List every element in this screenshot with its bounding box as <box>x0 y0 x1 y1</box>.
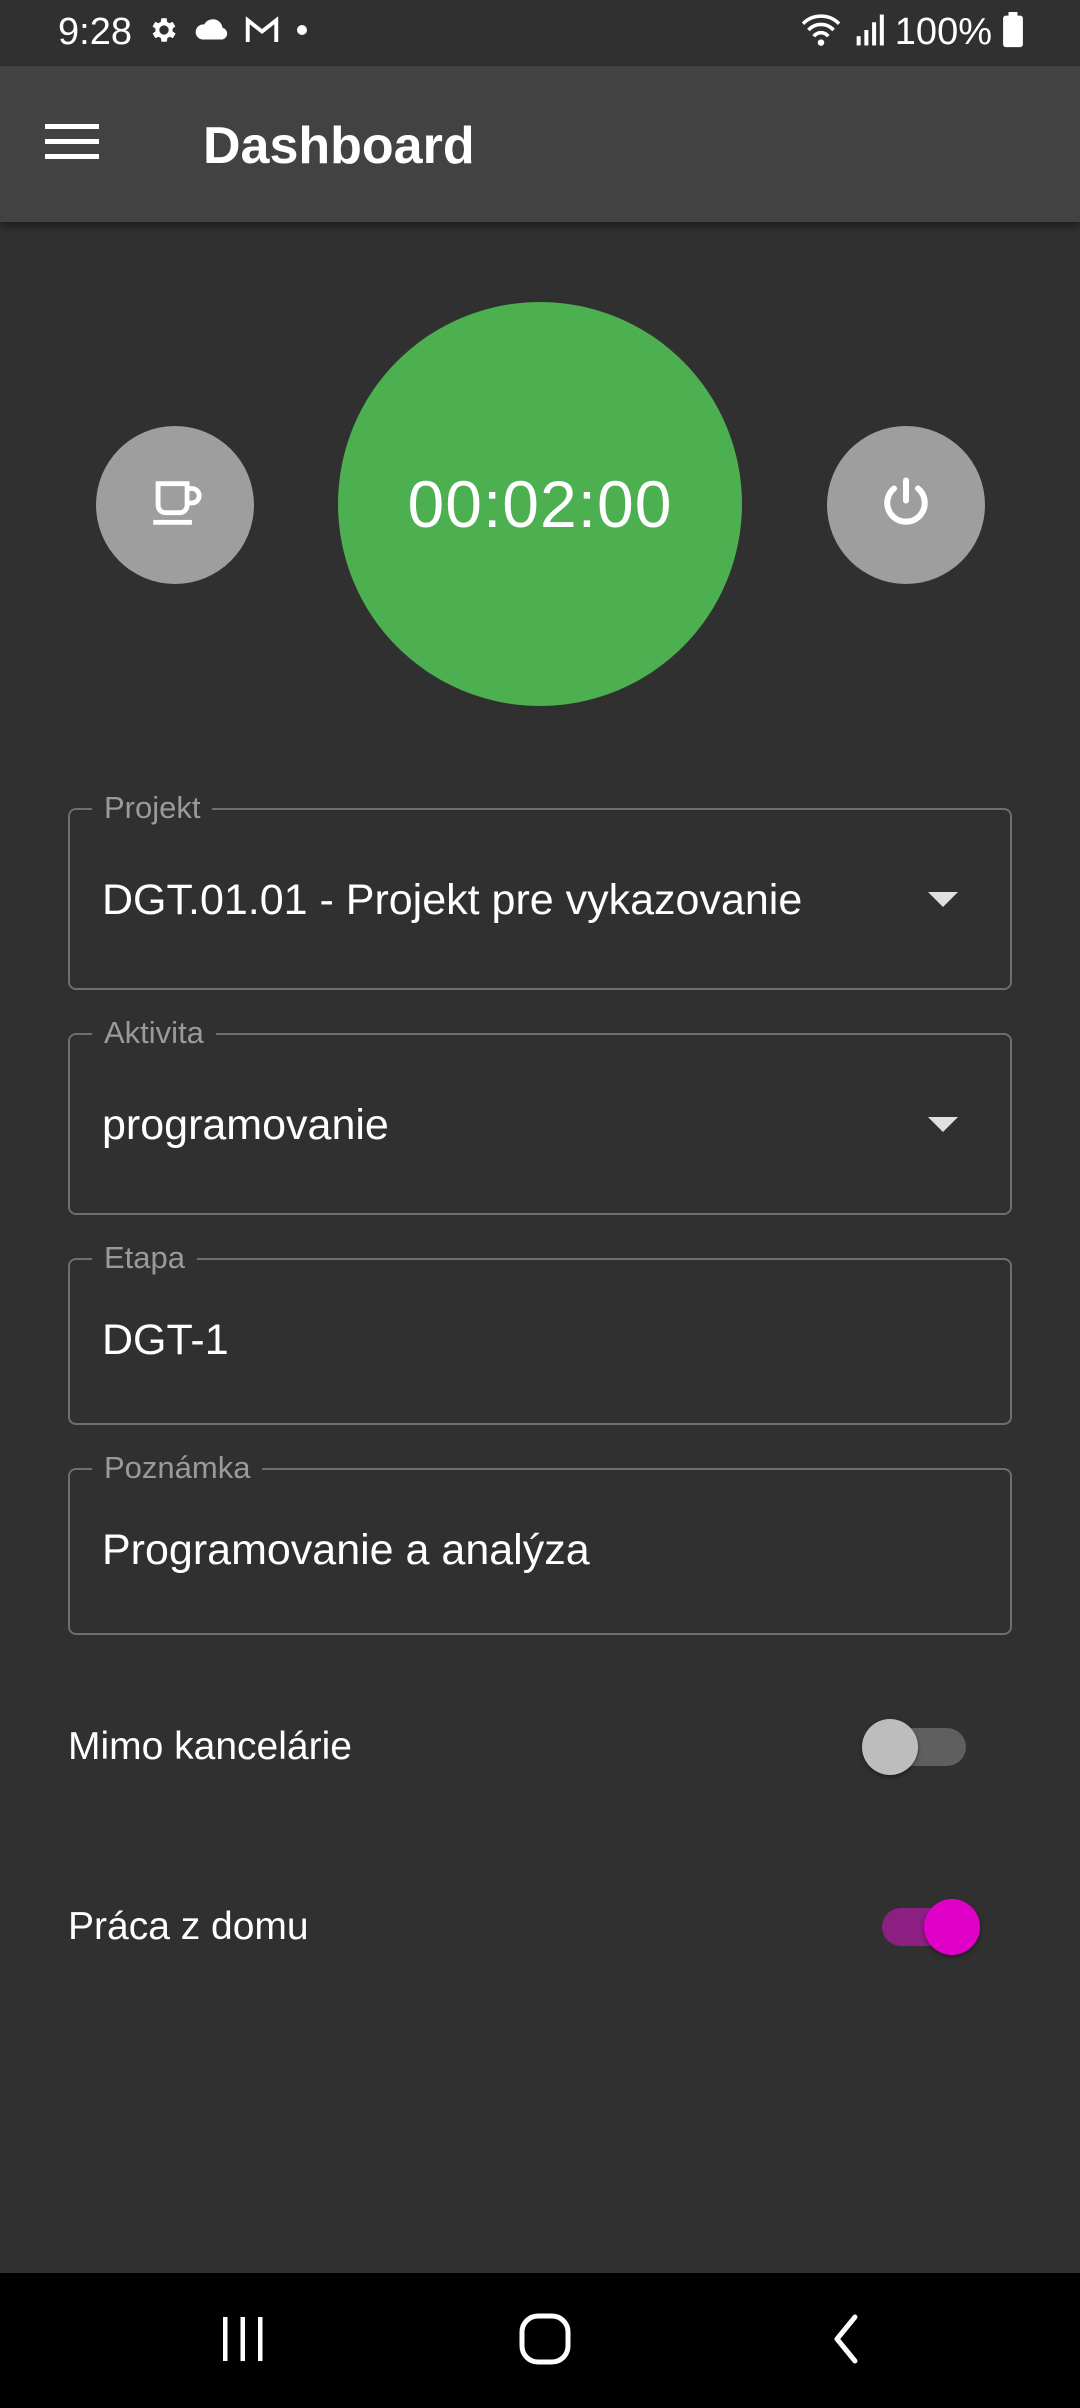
switch-thumb <box>862 1719 918 1775</box>
power-icon <box>876 473 936 538</box>
coffee-cup-icon <box>146 474 204 537</box>
praca-z-domu-switch[interactable] <box>870 1887 980 1967</box>
timer-circle[interactable]: 00:02:00 <box>338 302 742 706</box>
aktivita-label: Aktivita <box>92 1015 216 1051</box>
dropdown-arrow-icon <box>928 892 958 907</box>
etapa-field[interactable]: Etapa DGT-1 <box>68 1240 1012 1425</box>
page-title: Dashboard <box>203 117 475 175</box>
menu-button[interactable] <box>34 106 110 182</box>
signal-icon <box>853 13 885 52</box>
poznamka-field[interactable]: Poznámka Programovanie a analýza <box>68 1450 1012 1635</box>
battery-icon <box>1002 11 1024 53</box>
notification-icons <box>148 12 310 52</box>
timer-value: 00:02:00 <box>407 467 673 541</box>
wifi-icon <box>799 12 843 53</box>
navigation-bar <box>0 2273 1080 2408</box>
status-right: 100% <box>799 8 1024 56</box>
menu-icon <box>45 122 99 167</box>
recents-icon <box>217 2313 269 2370</box>
recents-button[interactable] <box>198 2301 288 2381</box>
aktivita-select[interactable]: Aktivita programovanie <box>68 1015 1012 1215</box>
gear-icon <box>148 14 180 51</box>
praca-z-domu-row: Práca z domu <box>68 1887 1012 1967</box>
etapa-label: Etapa <box>92 1240 198 1276</box>
projekt-value: DGT.01.01 - Projekt pre vykazovanie <box>102 876 803 924</box>
app-bar: Dashboard <box>0 66 1080 222</box>
mimo-kancelarie-label: Mimo kancelárie <box>68 1725 352 1768</box>
poznamka-label: Poznámka <box>92 1450 263 1486</box>
back-icon <box>827 2311 867 2372</box>
status-bar: 9:28 100% <box>0 0 1080 66</box>
break-button[interactable] <box>96 426 254 584</box>
status-time: 9:28 <box>58 11 132 53</box>
home-button[interactable] <box>500 2301 590 2381</box>
mimo-kancelarie-switch[interactable] <box>862 1707 972 1787</box>
praca-z-domu-label: Práca z domu <box>68 1905 309 1948</box>
mimo-kancelarie-row: Mimo kancelárie <box>68 1707 1012 1787</box>
back-button[interactable] <box>802 2301 892 2381</box>
power-button[interactable] <box>827 426 985 584</box>
dropdown-arrow-icon <box>928 1117 958 1132</box>
projekt-select[interactable]: Projekt DGT.01.01 - Projekt pre vykazova… <box>68 790 1012 990</box>
home-icon <box>517 2311 573 2372</box>
cloud-icon <box>194 16 230 49</box>
poznamka-value: Programovanie a analýza <box>102 1526 590 1574</box>
etapa-value: DGT-1 <box>102 1316 229 1364</box>
gmail-icon <box>244 15 280 50</box>
aktivita-value: programovanie <box>102 1101 389 1149</box>
dot-icon <box>294 22 310 43</box>
projekt-label: Projekt <box>92 790 213 826</box>
switch-thumb <box>924 1899 980 1955</box>
battery-percent: 100% <box>894 11 992 53</box>
